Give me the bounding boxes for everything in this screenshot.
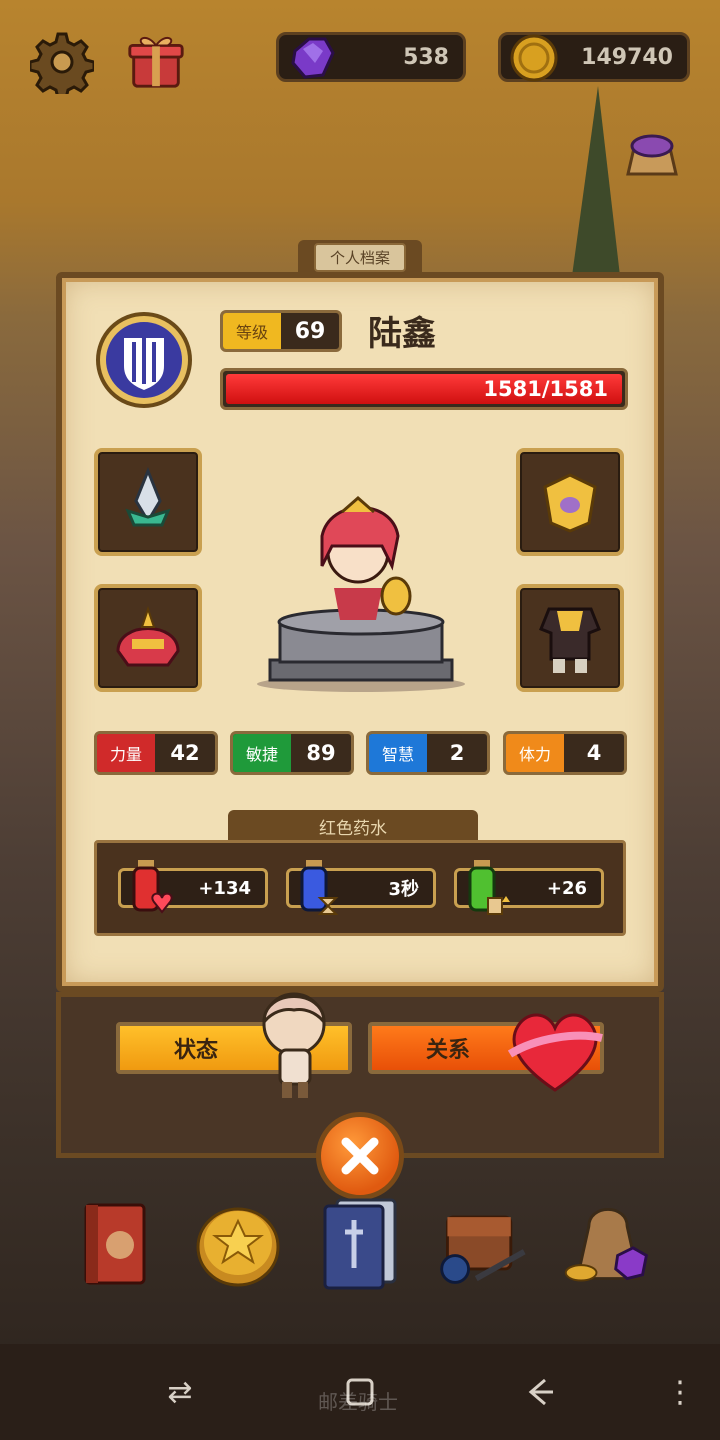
stat-stamina-value: 4 <box>586 741 602 765</box>
coin-counter: 149740 <box>498 32 690 82</box>
stat-agility: 敏捷 89 <box>230 731 354 775</box>
cards-icon[interactable] <box>312 1196 408 1292</box>
hp-bar: 1581/1581 <box>220 368 628 410</box>
hourglass-potion-icon <box>300 860 339 915</box>
spear-weapon-icon <box>125 467 171 527</box>
level-label: 等级 <box>223 313 281 349</box>
stat-stamina-label: 体力 <box>506 734 564 772</box>
helmet-slot[interactable] <box>516 448 624 556</box>
stat-wisdom-value: 2 <box>449 741 465 765</box>
red-helm-icon <box>116 605 180 667</box>
gem-count: 538 <box>403 44 449 70</box>
close-icon <box>341 1137 379 1175</box>
guild-emblem-icon <box>94 310 194 410</box>
companion-character <box>258 988 334 1100</box>
potion-heal-value: +134 <box>198 877 251 899</box>
gold-armor-icon <box>539 607 601 673</box>
coin-count: 149740 <box>581 44 673 70</box>
status-button-label: 状态 <box>174 1038 219 1063</box>
back-icon[interactable] <box>520 1372 560 1412</box>
heart-potion-icon <box>132 860 173 914</box>
armor-slot[interactable] <box>94 584 202 692</box>
level-value: 69 <box>294 318 326 344</box>
stat-agility-value: 89 <box>306 741 336 765</box>
potion-buff-value: +26 <box>546 877 587 899</box>
bottom-nav <box>0 1196 720 1300</box>
hp-text: 1581/1581 <box>483 377 608 401</box>
scroll-potion-icon <box>468 860 510 915</box>
ghost-text: 邮差骑士 <box>318 1390 398 1414</box>
close-button[interactable] <box>316 1112 404 1200</box>
stat-wisdom: 智慧 2 <box>366 731 490 775</box>
stat-stamina: 体力 4 <box>503 731 627 775</box>
book-icon[interactable] <box>66 1196 162 1292</box>
hero-character <box>256 496 466 696</box>
stat-agility-label: 敏捷 <box>233 734 291 772</box>
relation-button-label: 关系 <box>426 1038 471 1063</box>
treasure-sack-icon[interactable] <box>560 1196 656 1292</box>
menu-icon[interactable]: ⋮ <box>660 1372 700 1412</box>
profile-tab-label: 个人档案 <box>313 242 406 272</box>
level-badge: 等级 69 <box>220 310 342 352</box>
stat-wisdom-label: 智慧 <box>369 734 427 772</box>
player-name: 陆鑫 <box>368 314 436 354</box>
bag-icon[interactable] <box>434 1196 530 1292</box>
purple-gem-icon <box>291 37 335 79</box>
potion-duration-value: 3秒 <box>388 879 419 900</box>
gift-icon[interactable] <box>124 28 188 92</box>
hp-bar-fill: 1581/1581 <box>226 374 622 404</box>
stat-strength: 力量 42 <box>94 731 218 775</box>
heart-icon <box>506 1008 604 1094</box>
profile-tab: 个人档案 <box>298 240 422 274</box>
gem-counter: 538 <box>276 32 466 82</box>
switch-apps-icon[interactable]: ⇄ <box>160 1372 200 1412</box>
star-coin-icon[interactable] <box>190 1196 286 1292</box>
gold-coin-icon <box>510 34 558 82</box>
gold-helmet-icon <box>543 473 597 533</box>
body-armor-slot[interactable] <box>516 584 624 692</box>
weapon-slot[interactable] <box>94 448 202 556</box>
stat-strength-label: 力量 <box>97 734 155 772</box>
potion-title: 红色药水 <box>228 810 478 842</box>
loot-sack-icon[interactable] <box>620 120 684 184</box>
settings-gear-icon[interactable] <box>30 30 94 94</box>
stat-strength-value: 42 <box>170 741 200 765</box>
